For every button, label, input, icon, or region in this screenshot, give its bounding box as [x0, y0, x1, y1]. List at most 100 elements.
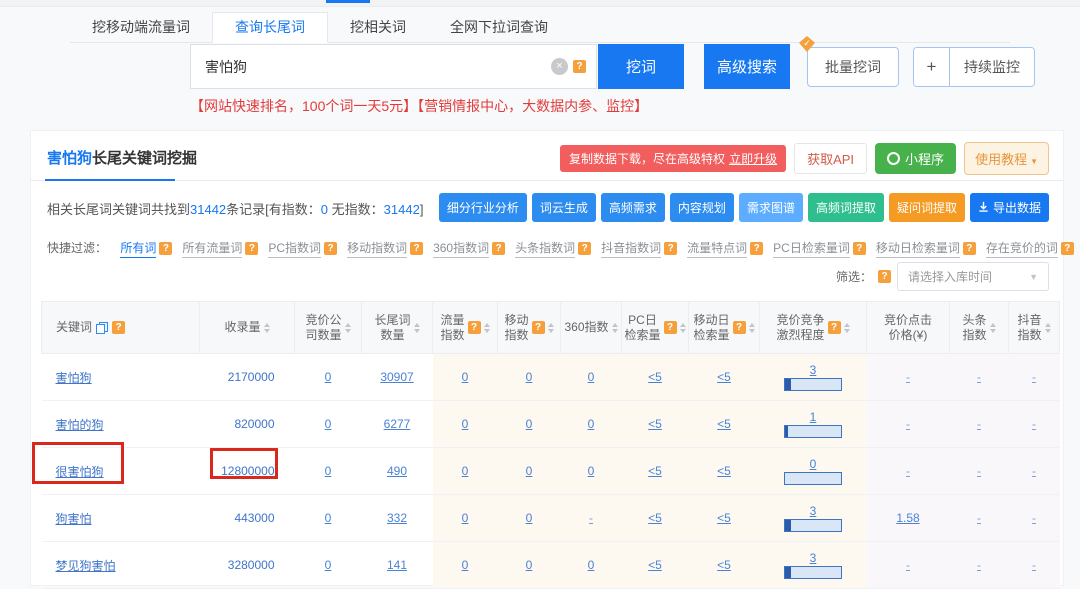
value-link[interactable]: 0 — [462, 558, 469, 572]
value-link[interactable]: 0 — [588, 370, 595, 384]
filter-link[interactable]: 流量特点词 — [687, 239, 747, 258]
copy-icon[interactable] — [95, 321, 109, 335]
filter-help-icon[interactable]: ? — [1061, 242, 1074, 255]
tab-挖相关词[interactable]: 挖相关词 — [328, 13, 428, 42]
column-header-长尾词数量[interactable]: 长尾词数量 — [362, 302, 433, 354]
competition-value[interactable]: 0 — [810, 457, 817, 471]
filter-help-icon[interactable]: ? — [664, 242, 677, 255]
advanced-search-button[interactable]: 高级搜索 — [704, 44, 790, 89]
sort-icon[interactable] — [484, 323, 490, 333]
filter-link[interactable]: 移动指数词 — [347, 239, 407, 258]
sort-icon[interactable] — [345, 323, 351, 333]
clear-input-icon[interactable]: × — [551, 58, 568, 75]
upgrade-badge[interactable]: 复制数据下载，尽在高级特权立即升级 — [560, 145, 786, 172]
value-link[interactable]: <5 — [717, 464, 731, 478]
value-link[interactable]: 0 — [325, 511, 332, 525]
keyword-link[interactable]: 梦见狗害怕 — [56, 559, 116, 573]
keyword-link[interactable]: 狗害怕 — [56, 512, 92, 526]
value-link[interactable]: 30907 — [380, 370, 413, 384]
empty-value-link[interactable]: - — [1032, 370, 1036, 384]
sort-icon[interactable] — [264, 323, 270, 333]
get-api-button[interactable]: 获取API — [794, 143, 867, 174]
column-header-移动指数[interactable]: 移动指数? — [498, 302, 561, 354]
value-link[interactable]: 0 — [588, 417, 595, 431]
empty-value-link[interactable]: - — [1032, 511, 1036, 525]
value-link[interactable]: 141 — [387, 558, 407, 572]
value-link[interactable]: <5 — [717, 370, 731, 384]
filter-link[interactable]: PC指数词 — [268, 239, 321, 258]
batch-dig-button[interactable]: 批量挖词 — [807, 47, 899, 87]
filter-help-icon[interactable]: ? — [750, 242, 763, 255]
sort-icon[interactable] — [749, 323, 755, 333]
sort-icon[interactable] — [1045, 323, 1051, 333]
column-header-流量指数[interactable]: 流量指数? — [433, 302, 498, 354]
filter-help-icon[interactable]: ? — [492, 242, 505, 255]
value-link[interactable]: 0 — [462, 511, 469, 525]
column-help-icon[interactable]: ? — [468, 321, 481, 334]
action-疑问词提取[interactable]: 疑问词提取 — [889, 193, 965, 222]
add-monitor-button[interactable]: + — [914, 48, 950, 86]
filter-link[interactable]: 存在竞价的词 — [986, 239, 1058, 258]
sort-icon[interactable] — [612, 323, 618, 333]
keyword-link[interactable]: 害怕的狗 — [56, 418, 104, 432]
sort-icon[interactable] — [680, 323, 686, 333]
column-header-头条指数[interactable]: 头条指数 — [950, 302, 1009, 354]
value-link[interactable]: 0 — [325, 464, 332, 478]
competition-value[interactable]: 3 — [810, 504, 817, 518]
value-link[interactable]: <5 — [648, 417, 662, 431]
filter-link[interactable]: 360指数词 — [433, 239, 489, 258]
sort-icon[interactable] — [844, 323, 850, 333]
filter-help-icon[interactable]: ? — [324, 242, 337, 255]
upgrade-link[interactable]: 立即升级 — [729, 152, 777, 166]
action-内容规划[interactable]: 内容规划 — [670, 193, 734, 222]
filter-help-icon[interactable]: ? — [578, 242, 591, 255]
empty-value-link[interactable]: - — [1032, 558, 1036, 572]
action-高频词提取[interactable]: 高频词提取 — [808, 193, 884, 222]
search-help-icon[interactable]: ? — [573, 60, 586, 73]
column-header-抖音指数[interactable]: 抖音指数 — [1009, 302, 1060, 354]
value-link[interactable]: 6277 — [384, 417, 411, 431]
filter-link[interactable]: 所有词 — [120, 239, 156, 258]
filter-help-icon[interactable]: ? — [159, 242, 172, 255]
miniprogram-button[interactable]: 小程序 — [875, 143, 956, 174]
filter-help-icon[interactable]: ? — [410, 242, 423, 255]
column-header-收录量[interactable]: 收录量 — [200, 302, 295, 354]
keyword-link[interactable]: 害怕狗 — [56, 371, 92, 385]
filter-link[interactable]: PC日检索量词 — [773, 239, 850, 258]
action-词云生成[interactable]: 词云生成 — [532, 193, 596, 222]
dig-words-button[interactable]: 挖词 — [598, 44, 684, 89]
competition-value[interactable]: 1 — [810, 410, 817, 424]
screen-help-icon[interactable]: ? — [878, 270, 891, 283]
empty-value-link[interactable]: - — [977, 370, 981, 384]
empty-value-link[interactable]: - — [906, 464, 910, 478]
action-导出数据[interactable]: 导出数据 — [970, 193, 1049, 222]
action-细分行业分析[interactable]: 细分行业分析 — [439, 193, 527, 222]
value-link[interactable]: 0 — [526, 558, 533, 572]
tab-全网下拉词查询[interactable]: 全网下拉词查询 — [428, 13, 570, 42]
value-link[interactable]: <5 — [648, 558, 662, 572]
competition-value[interactable]: 3 — [810, 363, 817, 377]
filter-link[interactable]: 移动日检索量词 — [876, 239, 960, 258]
column-help-icon[interactable]: ? — [733, 321, 746, 334]
empty-value-link[interactable]: - — [906, 417, 910, 431]
continuous-monitor-button[interactable]: 持续监控 — [950, 48, 1034, 86]
competition-value[interactable]: 3 — [810, 551, 817, 565]
value-link[interactable]: 0 — [526, 417, 533, 431]
empty-value-link[interactable]: - — [977, 417, 981, 431]
value-link[interactable]: <5 — [648, 511, 662, 525]
value-link[interactable]: 0 — [325, 417, 332, 431]
sort-icon[interactable] — [548, 323, 554, 333]
value-link[interactable]: 1.58 — [896, 511, 919, 525]
column-help-icon[interactable]: ? — [664, 321, 677, 334]
empty-value-link[interactable]: - — [977, 511, 981, 525]
value-link[interactable]: 0 — [588, 464, 595, 478]
filter-help-icon[interactable]: ? — [853, 242, 866, 255]
value-link[interactable]: 0 — [526, 511, 533, 525]
value-link[interactable]: 0 — [588, 558, 595, 572]
storage-time-dropdown[interactable]: 请选择入库时间 ▼ — [897, 262, 1049, 291]
value-link[interactable]: 490 — [387, 464, 407, 478]
sort-icon[interactable] — [414, 323, 420, 333]
empty-value-link[interactable]: - — [1032, 464, 1036, 478]
keyword-link[interactable]: 很害怕狗 — [56, 465, 104, 479]
column-help-icon[interactable]: ? — [112, 321, 125, 334]
